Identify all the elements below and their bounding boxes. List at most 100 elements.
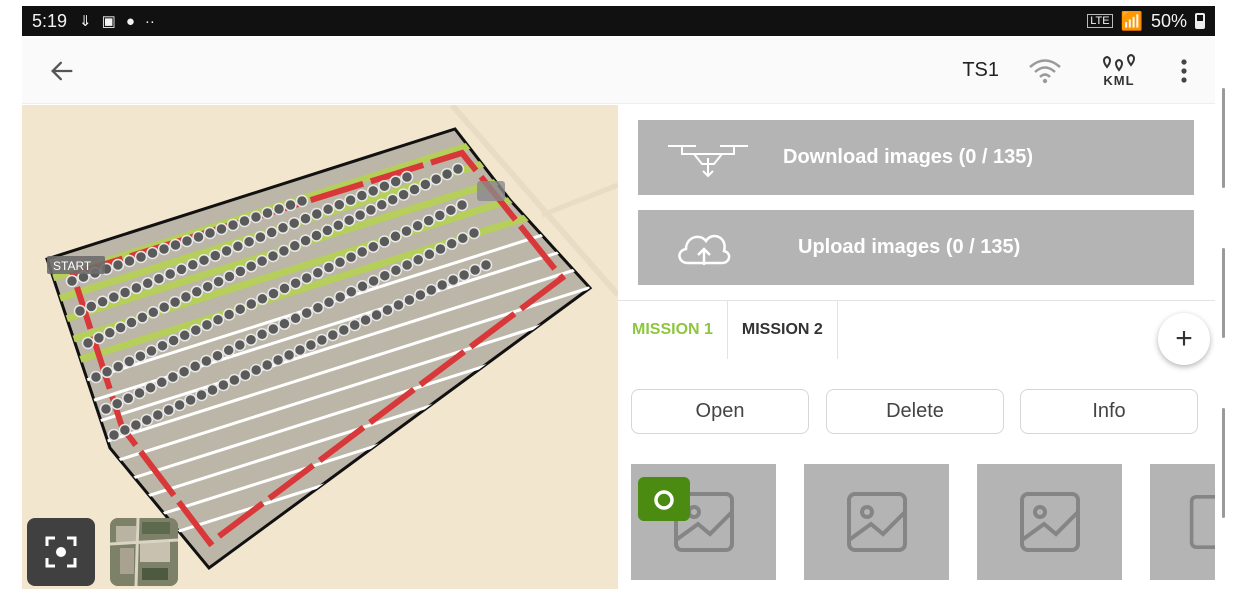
waypoint-marker bbox=[134, 349, 147, 363]
waypoint-marker bbox=[271, 353, 285, 367]
mission-map[interactable]: START bbox=[22, 105, 618, 589]
scrollbar[interactable] bbox=[1215, 38, 1233, 589]
camera-icon bbox=[654, 490, 674, 510]
waypoint-marker bbox=[321, 224, 334, 237]
waypoint-marker bbox=[468, 263, 482, 277]
waypoint-marker bbox=[321, 203, 335, 216]
waypoint-marker bbox=[107, 428, 121, 442]
waypoint-marker bbox=[310, 229, 323, 242]
download-images-button[interactable]: Download images (0 / 135) bbox=[638, 120, 1194, 195]
back-arrow-icon[interactable] bbox=[48, 57, 76, 85]
waypoint-marker bbox=[425, 283, 438, 297]
waypoint-marker bbox=[130, 281, 143, 295]
clock: 5:19 bbox=[32, 10, 68, 31]
end-marker[interactable] bbox=[477, 181, 505, 201]
waypoint-marker bbox=[356, 280, 369, 293]
satellite-layer-button[interactable] bbox=[110, 518, 178, 586]
delete-button[interactable]: Delete bbox=[826, 389, 1004, 434]
recenter-button[interactable] bbox=[27, 518, 95, 586]
info-button[interactable]: Info bbox=[1020, 389, 1198, 434]
upload-images-button[interactable]: Upload images (0 / 135) bbox=[638, 210, 1194, 285]
waypoint-marker bbox=[299, 212, 312, 225]
waypoint-marker bbox=[419, 178, 432, 191]
tab-mission-2[interactable]: MISSION 2 bbox=[728, 301, 838, 359]
wifi-icon[interactable] bbox=[1027, 56, 1063, 86]
waypoint-marker bbox=[479, 258, 493, 272]
waypoint-marker bbox=[123, 355, 136, 368]
add-mission-button[interactable]: + bbox=[1158, 313, 1210, 365]
image-thumbnail[interactable] bbox=[977, 464, 1122, 580]
scroll-thumb[interactable] bbox=[1222, 408, 1225, 518]
waypoint-marker bbox=[85, 300, 98, 313]
waypoint-marker bbox=[272, 202, 286, 216]
waypoint-marker bbox=[311, 266, 325, 280]
camera-button[interactable] bbox=[638, 477, 690, 521]
waypoint-marker bbox=[366, 184, 380, 198]
waypoint-marker bbox=[195, 388, 208, 402]
waypoint-marker bbox=[189, 323, 203, 337]
battery-percent: 50% bbox=[1150, 10, 1187, 31]
waypoint-marker bbox=[157, 300, 171, 314]
waypoint-marker bbox=[311, 301, 325, 314]
kml-label: KML bbox=[1103, 73, 1135, 88]
waypoint-marker bbox=[433, 209, 447, 222]
image-placeholder-icon bbox=[1019, 492, 1080, 552]
waypoint-marker bbox=[200, 354, 213, 368]
more-vert-icon[interactable] bbox=[1179, 56, 1189, 86]
waypoint-marker bbox=[118, 423, 132, 437]
waypoint-marker bbox=[287, 216, 301, 230]
waypoint-marker bbox=[408, 183, 421, 196]
waypoint-marker bbox=[414, 288, 427, 302]
waypoint-marker bbox=[200, 318, 214, 332]
waypoint-marker bbox=[163, 267, 177, 281]
waypoint-marker bbox=[175, 263, 188, 276]
waypoint-marker bbox=[375, 198, 389, 212]
waypoint-marker bbox=[233, 302, 247, 316]
waypoint-marker bbox=[300, 306, 313, 320]
waypoint-marker bbox=[141, 277, 154, 290]
kml-import-button[interactable]: KML bbox=[1099, 53, 1139, 88]
waypoint-marker bbox=[322, 261, 336, 274]
waypoint-marker bbox=[226, 218, 240, 232]
waypoint-marker bbox=[322, 296, 336, 309]
download-images-label: Download images (0 / 135) bbox=[783, 146, 1034, 168]
waypoint-marker bbox=[446, 273, 460, 287]
waypoint-marker bbox=[300, 271, 313, 285]
scroll-thumb[interactable] bbox=[1222, 248, 1225, 338]
waypoint-marker bbox=[403, 293, 416, 307]
waypoint-marker bbox=[122, 392, 135, 405]
open-button[interactable]: Open bbox=[631, 389, 809, 434]
device-name: TS1 bbox=[962, 59, 999, 81]
waypoint-marker bbox=[289, 312, 302, 325]
scroll-thumb[interactable] bbox=[1222, 88, 1225, 188]
waypoint-marker bbox=[238, 214, 251, 228]
focus-target-icon bbox=[45, 536, 77, 568]
waypoint-marker bbox=[411, 219, 424, 233]
waypoint-marker bbox=[180, 234, 194, 248]
waypoint-marker bbox=[244, 259, 258, 273]
satellite-thumbnail-icon bbox=[110, 518, 178, 586]
waypoint-marker bbox=[217, 378, 230, 392]
waypoint-marker bbox=[140, 413, 154, 427]
waypoint-marker bbox=[455, 198, 469, 212]
waypoint-marker bbox=[355, 245, 369, 259]
waypoint-marker bbox=[177, 365, 191, 378]
waypoint-marker bbox=[107, 290, 121, 304]
waypoint-marker bbox=[168, 295, 182, 309]
waypoint-marker bbox=[284, 198, 297, 212]
waypoint-marker bbox=[206, 383, 219, 397]
map-pins-icon bbox=[1103, 53, 1135, 72]
image-thumbnail[interactable] bbox=[1150, 464, 1215, 580]
waypoint-marker bbox=[333, 290, 347, 304]
image-thumbnail[interactable] bbox=[804, 464, 949, 580]
waypoint-marker bbox=[348, 318, 361, 332]
waypoint-marker bbox=[244, 333, 258, 346]
flight-plan-overlay[interactable]: START bbox=[22, 105, 618, 589]
waypoint-marker bbox=[467, 226, 481, 240]
waypoint-marker bbox=[81, 336, 95, 350]
waypoint-marker bbox=[211, 313, 225, 326]
waypoint-marker bbox=[92, 331, 106, 345]
waypoint-marker bbox=[265, 226, 278, 239]
tab-mission-1[interactable]: MISSION 1 bbox=[618, 301, 728, 359]
waypoint-marker bbox=[222, 308, 236, 321]
